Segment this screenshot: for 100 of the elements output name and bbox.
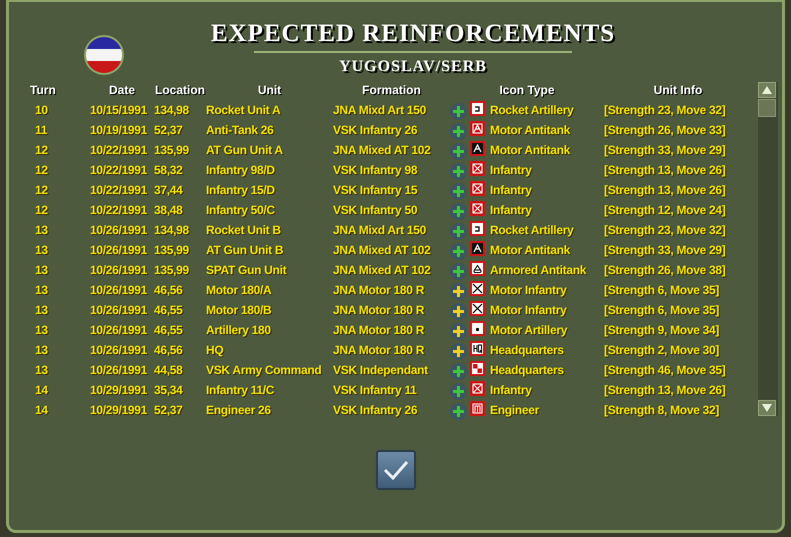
formation-cell-text: VSK Infantry 26 (333, 403, 418, 417)
date-cell-text: 10/22/1991 (90, 163, 148, 177)
icon-type-cell-text: Infantry (490, 383, 533, 397)
unit-cell-text: VSK Army Command (206, 363, 322, 377)
flag-icon (83, 34, 125, 76)
date-cell-text: 10/22/1991 (90, 203, 148, 217)
unit-cell-text: Rocket Unit A (206, 103, 282, 117)
unit-info-cell-text: [Strength 33, Move 29] (604, 243, 726, 257)
date-cell-text: 10/22/1991 (90, 183, 148, 197)
unit-cell-text: HQ (206, 343, 224, 357)
unit-cell-text: AT Gun Unit B (206, 243, 284, 257)
unit-info-cell-text: [Strength 46, Move 35] (604, 363, 726, 377)
turn-cell-text: 13 (34, 263, 49, 277)
formation-cell-text: VSK Infantry 15 (333, 183, 418, 197)
column-header: Unit Info (652, 83, 704, 97)
date-cell-text: 10/26/1991 (90, 283, 148, 297)
scroll-down-button[interactable] (758, 400, 776, 416)
date-cell-text: 10/26/1991 (90, 323, 148, 337)
unit-cell-text: AT Gun Unit A (206, 143, 284, 157)
date-cell-text: 10/26/1991 (90, 243, 148, 257)
location-cell-text: 38,48 (154, 203, 184, 217)
location-cell-text: 135,99 (154, 243, 190, 257)
unit-symbol-icon (470, 101, 485, 116)
location-cell-text: 58,32 (154, 163, 184, 177)
icon-type-cell-text: Motor Antitank (490, 143, 572, 157)
unit-symbol-icon (470, 281, 485, 296)
unit-symbol-icon (470, 141, 485, 156)
turn-cell-text: 13 (34, 323, 49, 337)
unit-symbol-icon (470, 181, 485, 196)
date-cell-text: 10/15/1991 (90, 103, 148, 117)
unit-symbol-icon (470, 121, 485, 136)
icon-type-cell-text: Motor Antitank (490, 243, 572, 257)
scroll-up-button[interactable] (758, 82, 776, 98)
unit-info-cell-text: [Strength 26, Move 33] (604, 123, 726, 137)
location-cell-text: 35,34 (154, 383, 184, 397)
unit-cell-text: Engineer 26 (206, 403, 272, 417)
icon-type-cell-text: Engineer (490, 403, 540, 417)
unit-info-cell-text: [Strength 23, Move 32] (604, 103, 726, 117)
location-cell-text: 135,99 (154, 143, 190, 157)
confirm-button[interactable] (376, 450, 416, 490)
formation-cell-text: JNA Mixed AT 102 (333, 263, 432, 277)
icon-type-cell-text: Infantry (490, 203, 533, 217)
icon-type-cell-text: Motor Artillery (490, 323, 568, 337)
unit-symbol-icon (470, 381, 485, 396)
formation-cell-text: JNA Motor 180 R (333, 283, 426, 297)
formation-cell-text: JNA Mixd Art 150 (333, 223, 428, 237)
formation-cell-text: VSK Infantry 50 (333, 203, 418, 217)
unit-symbol-icon (470, 361, 485, 376)
unit-info-cell-text: [Strength 26, Move 38] (604, 263, 726, 277)
turn-cell-text: 14 (34, 383, 49, 397)
column-header: Turn (29, 83, 57, 97)
dialog-title: EXPECTED REINFORCEMENTS (210, 20, 616, 48)
unit-info-cell-text: [Strength 2, Move 30] (604, 343, 720, 357)
date-cell-text: 10/29/1991 (90, 403, 148, 417)
unit-info-cell-text: [Strength 8, Move 32] (604, 403, 720, 417)
turn-cell-text: 12 (34, 203, 49, 217)
unit-symbol-icon (470, 241, 485, 256)
location-cell-text: 46,55 (154, 323, 184, 337)
unit-info-cell-text: [Strength 13, Move 26] (604, 383, 726, 397)
unit-cell-text: Artillery 180 (206, 323, 272, 337)
formation-cell-text: JNA Mixed AT 102 (333, 143, 432, 157)
turn-cell-text: 14 (34, 403, 49, 417)
date-cell-text: 10/26/1991 (90, 343, 148, 357)
unit-info-cell-text: [Strength 13, Move 26] (604, 163, 726, 177)
location-cell-text: 37,44 (154, 183, 184, 197)
scrollbar[interactable] (758, 82, 778, 416)
unit-info-cell-text: [Strength 6, Move 35] (604, 283, 720, 297)
unit-symbol-icon (470, 201, 485, 216)
date-cell-text: 10/22/1991 (90, 143, 148, 157)
date-cell-text: 10/19/1991 (90, 123, 148, 137)
location-cell-text: 135,99 (154, 263, 190, 277)
formation-cell-text: JNA Motor 180 R (333, 343, 426, 357)
icon-type-cell-text: Rocket Artillery (490, 103, 575, 117)
unit-symbol-icon (470, 261, 485, 276)
icon-type-cell-text: Infantry (490, 183, 533, 197)
turn-cell-text: 12 (34, 183, 49, 197)
turn-cell-text: 13 (34, 243, 49, 257)
turn-cell-text: 10 (34, 103, 49, 117)
column-header: Formation (361, 83, 422, 97)
unit-cell-text: Infantry 15/D (206, 183, 276, 197)
icon-type-cell-text: Motor Antitank (490, 123, 572, 137)
unit-info-cell-text: [Strength 12, Move 24] (604, 203, 726, 217)
formation-cell-text: JNA Mixd Art 150 (333, 103, 428, 117)
unit-cell-text: Motor 180/B (206, 303, 272, 317)
icon-type-cell-text: Motor Infantry (490, 283, 568, 297)
date-cell-text: 10/26/1991 (90, 223, 148, 237)
icon-type-cell-text: Infantry (490, 163, 533, 177)
scroll-thumb[interactable] (758, 99, 776, 117)
unit-symbol-icon (470, 161, 485, 176)
unit-symbol-icon (470, 221, 485, 236)
column-header: Unit (256, 83, 282, 97)
icon-type-cell-text: Headquarters (490, 363, 565, 377)
unit-cell-text: Infantry 98/D (206, 163, 276, 177)
date-cell-text: 10/29/1991 (90, 383, 148, 397)
column-header: Location (154, 83, 206, 97)
formation-cell-text: VSK Infantry 98 (333, 163, 418, 177)
unit-cell-text: Infantry 11/C (206, 383, 276, 397)
location-cell-text: 46,55 (154, 303, 184, 317)
turn-cell-text: 12 (34, 143, 49, 157)
unit-cell-text: Infantry 50/C (206, 203, 276, 217)
